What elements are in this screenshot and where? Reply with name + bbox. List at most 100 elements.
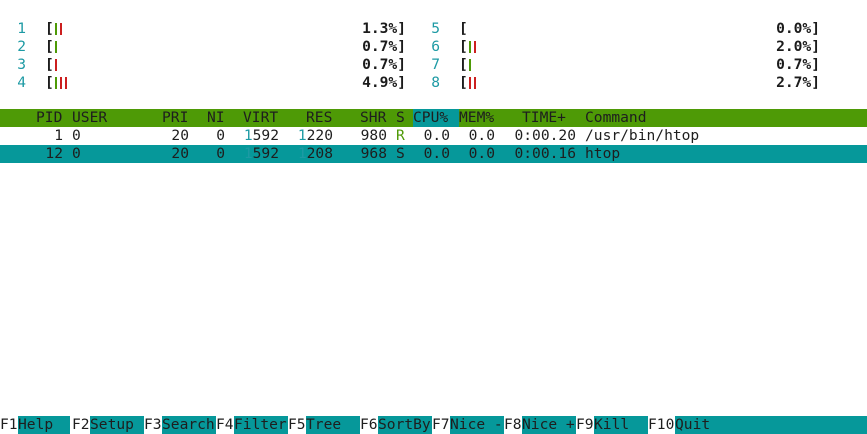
cpu-7-usage-bar [469, 56, 474, 74]
pid-cell: 1 [54, 127, 63, 144]
cpu-1-bracket-open: [ [45, 20, 54, 37]
fkey-filter-button[interactable]: Filter [234, 416, 288, 434]
fkey-nice-button[interactable]: Nice - [450, 416, 504, 434]
cpu-6-usage-bar [469, 38, 479, 56]
fkey-f3[interactable]: F3 [144, 416, 162, 434]
nice-cell: 0 [216, 127, 225, 144]
fkey-f10[interactable]: F10 [648, 416, 675, 434]
virt-cell: 1592 [244, 145, 279, 163]
column-time[interactable]: TIME+ [522, 109, 566, 127]
cpu-3-label: 3 [17, 56, 26, 73]
priority-cell: 20 [171, 145, 189, 162]
column-ni[interactable]: NI [207, 109, 225, 127]
cpu-6-bar-segment [469, 41, 471, 53]
state-cell: R [396, 127, 405, 144]
fkey-tree-button[interactable]: Tree [306, 416, 360, 434]
res-cell: 1208 [298, 145, 333, 163]
cpu-7-bracket-open: [ [459, 56, 468, 73]
cpu-8-usage-bar [469, 74, 479, 92]
virt-cell-highlight: 1 [243, 127, 253, 144]
fkey-quit-button[interactable]: Quit [675, 416, 867, 434]
cpu-3-bracket-open: [ [45, 56, 54, 73]
fkey-setup-button[interactable]: Setup [90, 416, 144, 434]
fkey-f6[interactable]: F6 [360, 416, 378, 434]
cpu-6-percent: 2.0%] [776, 38, 820, 55]
cpu-3-usage-bar [55, 56, 60, 74]
cpu-4-percent: 4.9%] [362, 74, 406, 91]
fkey-f5[interactable]: F5 [288, 416, 306, 434]
cpu-1-percent: 1.3%] [362, 20, 406, 37]
shr-cell: 980 [360, 127, 387, 144]
fkey-f7[interactable]: F7 [432, 416, 450, 434]
fkey-kill-button[interactable]: Kill [594, 416, 648, 434]
cpu-8-bracket-open: [ [459, 74, 468, 91]
cpu-8-percent: 2.7%] [776, 74, 820, 91]
cpu-7-bar-segment [469, 59, 471, 71]
cpu-2-label: 2 [17, 38, 26, 55]
virt-cell-rest: 592 [252, 127, 279, 144]
cpu-8-bar-segment [474, 77, 476, 89]
fkey-f4[interactable]: F4 [216, 416, 234, 434]
cpu-8-label: 8 [431, 74, 440, 91]
fkey-help-button[interactable]: Help [18, 416, 70, 434]
virt-cell-highlight: 1 [243, 145, 253, 162]
cpu-4-bar-segment [65, 77, 67, 89]
mem-cell: 0.0 [468, 127, 495, 144]
cpu-7-percent: 0.7%] [776, 56, 820, 73]
fkey-sortby-button[interactable]: SortBy [378, 416, 432, 434]
cpu-3-bar-segment [55, 59, 57, 71]
virt-cell-rest: 592 [252, 145, 279, 162]
priority-cell: 20 [171, 127, 189, 144]
fkey-f1[interactable]: F1 [0, 416, 18, 434]
cpu-5-bracket-open: [ [459, 20, 468, 37]
cpu-4-bar-segment [55, 77, 57, 89]
fkey-nice-button[interactable]: Nice + [522, 416, 576, 434]
cpu-1-label: 1 [17, 20, 26, 37]
column-state[interactable]: S [396, 109, 405, 127]
column-mem[interactable]: MEM% [459, 109, 494, 127]
cpu-2-bracket-open: [ [45, 38, 54, 55]
command-cell: /usr/bin/htop [585, 127, 700, 144]
cpu-5-percent: 0.0%] [776, 20, 820, 37]
cpu-2-percent: 0.7%] [362, 38, 406, 55]
fkey-search-button[interactable]: Search [162, 416, 216, 434]
cpu-cell: 0.0 [423, 145, 450, 162]
cpu-6-label: 6 [431, 38, 440, 55]
function-key-bar: F1 Help F2 Setup F3 Search F4 Filter F5 Tree F6 Sor… [0, 416, 867, 434]
cpu-7-label: 7 [431, 56, 440, 73]
cpu-6-bar-segment [474, 41, 476, 53]
column-pri[interactable]: PRI [162, 109, 188, 127]
cpu-1-usage-bar [55, 20, 65, 38]
pid-cell: 12 [45, 145, 63, 162]
shr-cell: 968 [360, 145, 387, 162]
column-pid[interactable]: PID [36, 109, 62, 127]
user-cell: 0 [72, 145, 81, 162]
column-command[interactable]: Command [585, 109, 647, 127]
virt-cell: 1592 [244, 127, 279, 145]
process-row[interactable]: 1 0 20 0 1592 1220 980 R 0.0 0.0 0:00.20/usr/bin/h… [0, 127, 867, 145]
fkey-f8[interactable]: F8 [504, 416, 522, 434]
fkey-f2[interactable]: F2 [72, 416, 90, 434]
cpu-2-bar-segment [55, 41, 57, 53]
command-cell: htop [585, 145, 621, 162]
time-cell: 0:00.20 [514, 127, 576, 144]
res-cell-highlight: 1 [297, 127, 307, 144]
column-res[interactable]: RES [306, 109, 332, 127]
cpu-8-bar-segment [469, 77, 471, 89]
cpu-cell: 0.0 [423, 127, 450, 144]
column-cpu-sorted[interactable]: CPU% [413, 109, 459, 127]
column-user[interactable]: USER [72, 109, 107, 127]
cpu-1-bar-segment [60, 23, 62, 35]
cpu-4-label: 4 [17, 74, 26, 91]
res-cell: 1220 [298, 127, 333, 145]
cpu-4-bracket-open: [ [45, 74, 54, 91]
fkey-f9[interactable]: F9 [576, 416, 594, 434]
res-cell-highlight: 1 [297, 145, 307, 162]
column-shr[interactable]: SHR [360, 109, 386, 127]
mem-cell: 0.0 [468, 145, 495, 162]
process-row[interactable]: 12 0 20 0 1592 1208 968 S 0.0 0.0 0:00.16 htop [0, 145, 867, 163]
process-table-header: PID USER PRI NI VIRT RES SHR S CPU% MEM%… [0, 109, 867, 127]
cpu-4-bar-segment [60, 77, 62, 89]
cpu-1-bar-segment [55, 23, 57, 35]
column-virt[interactable]: VIRT [243, 109, 278, 127]
